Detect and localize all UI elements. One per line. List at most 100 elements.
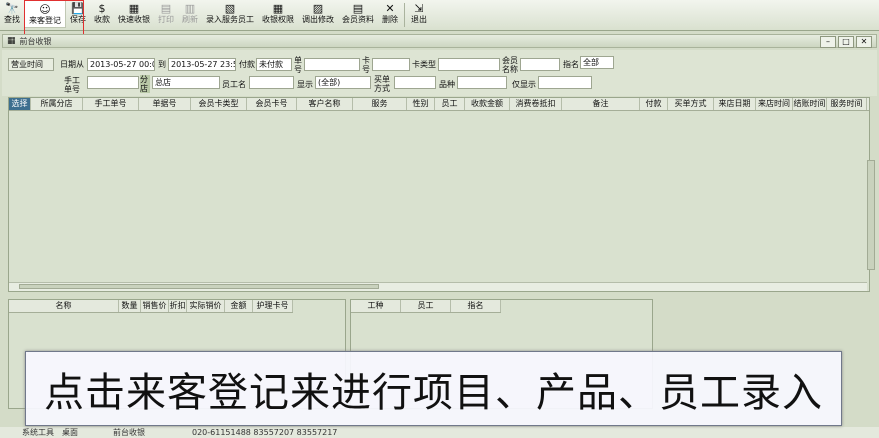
buy-method-label: 买单方式	[374, 75, 390, 93]
maximize-button[interactable]: □	[838, 36, 854, 48]
buy-method-select[interactable]	[394, 76, 436, 89]
column-header[interactable]: 会员卡类型	[191, 98, 247, 110]
toolbar-button-label: 录入服务员工	[206, 15, 254, 24]
column-header[interactable]: 工种	[351, 300, 401, 312]
toolbar-button-label: 查找	[4, 15, 20, 24]
toolbar-perm-button[interactable]: ▦ 收银权限	[258, 0, 298, 28]
product-table-header: 名称 数量 销售价 折扣 实际销价 金额 护理卡号	[9, 300, 293, 313]
toolbar-button-label: 退出	[411, 15, 427, 24]
designate-select[interactable]: 全部	[580, 56, 614, 69]
staff-name-label: 员工名	[222, 80, 246, 89]
column-header[interactable]: 服务	[353, 98, 407, 110]
display-select[interactable]: (全部)	[315, 76, 371, 89]
member-name-input[interactable]	[520, 58, 560, 71]
date-from-label: 日期从	[60, 60, 84, 69]
orders-table-header: 选择 所属分店 手工单号 单据号 会员卡类型 会员卡号 客户名称 服务 性别 员工 收款金额 消费卷抵…	[9, 98, 869, 111]
staff-name-input[interactable]	[249, 76, 294, 89]
toolbar-button-label: 刷新	[182, 15, 198, 24]
manual-no-input[interactable]	[87, 76, 139, 89]
column-header[interactable]: 来店时间	[756, 98, 793, 110]
column-header[interactable]: 员工	[435, 98, 465, 110]
product-label: 品种	[439, 80, 455, 89]
card-no-input[interactable]	[372, 58, 410, 71]
designate-label: 指名	[563, 60, 579, 69]
column-header[interactable]: 实际销价	[187, 300, 225, 312]
orders-table[interactable]: 选择 所属分店 手工单号 单据号 会员卡类型 会员卡号 客户名称 服务 性别 员工 收款金额 消费卷抵…	[8, 97, 870, 292]
toolbar-enter_staff-button[interactable]: ▧ 录入服务员工	[202, 0, 258, 28]
toolbar-refresh-button[interactable]: ▥ 刷新	[178, 0, 202, 28]
member-icon: ▤	[352, 2, 364, 15]
print-icon: ▤	[160, 2, 172, 15]
column-header[interactable]: 付款	[640, 98, 668, 110]
column-header[interactable]: 服务时间	[827, 98, 867, 110]
toolbar-button-label: 收银权限	[262, 15, 294, 24]
card-no-label: 卡号	[362, 56, 370, 74]
window-title: 前台收银	[19, 36, 52, 46]
pay-select[interactable]: 未付款	[256, 58, 292, 71]
column-header[interactable]: 指名	[451, 300, 501, 312]
date-to-input[interactable]: 2013-05-27 23:59	[168, 58, 236, 71]
toolbar-quick-button[interactable]: ▦ 快速收银	[114, 0, 154, 28]
delete-icon: ✕	[385, 2, 395, 15]
toolbar-member-button[interactable]: ▤ 会员资料	[338, 0, 378, 28]
vertical-scrollbar[interactable]	[867, 160, 875, 270]
manual-no-label: 手工单号	[64, 76, 80, 94]
refresh-icon: ▥	[184, 2, 196, 15]
perm-icon: ▦	[272, 2, 284, 15]
window-titlebar: ▦ 前台收银 – □ ✕	[2, 34, 877, 48]
toolbar-button-label: 会员资料	[342, 15, 374, 24]
column-header[interactable]: 销售价	[141, 300, 169, 312]
toolbar-query-button[interactable]: 🔭 查找	[0, 0, 24, 28]
column-header[interactable]: 会员卡号	[247, 98, 297, 110]
staff-table-header: 工种 员工 指名	[351, 300, 501, 313]
toolbar-exit-button[interactable]: ⇲ 退出	[407, 0, 431, 28]
column-header[interactable]: 来店日期	[714, 98, 756, 110]
column-header[interactable]: 备注	[562, 98, 640, 110]
column-header[interactable]: 客户名称	[297, 98, 353, 110]
status-tools[interactable]: 系统工具	[22, 427, 54, 438]
branch-label: 分店	[140, 75, 150, 93]
card-type-select[interactable]	[438, 58, 500, 71]
minimize-button[interactable]: –	[820, 36, 836, 48]
date-to-label: 到	[158, 60, 166, 69]
date-from-input[interactable]: 2013-05-27 00:00	[87, 58, 155, 71]
order-no-input[interactable]	[304, 58, 360, 71]
status-desktop[interactable]: 桌面	[62, 427, 78, 438]
query-icon: 🔭	[5, 2, 19, 15]
column-header[interactable]: 员工	[401, 300, 451, 312]
column-header[interactable]: 结账时间	[793, 98, 827, 110]
card-type-label: 卡类型	[412, 60, 436, 69]
toolbar-button-label: 收款	[94, 15, 110, 24]
product-select[interactable]	[457, 76, 507, 89]
column-header[interactable]: 名称	[9, 300, 119, 312]
adjust-icon: ▨	[312, 2, 324, 15]
horizontal-scrollbar[interactable]	[9, 282, 867, 291]
column-header[interactable]: 数量	[119, 300, 141, 312]
column-header[interactable]: 性别	[407, 98, 435, 110]
toolbar-button-label: 调出修改	[302, 15, 334, 24]
business-time-button[interactable]: 营业时间	[8, 58, 54, 71]
toolbar-checkout-button[interactable]: $ 收款	[90, 0, 114, 28]
column-header[interactable]: 折扣	[169, 300, 187, 312]
status-tab[interactable]: 前台收银	[113, 427, 145, 438]
close-button[interactable]: ✕	[856, 36, 872, 48]
branch-select[interactable]: 总店	[152, 76, 220, 89]
column-header[interactable]: 消费卷抵扣	[510, 98, 562, 110]
column-header[interactable]: 手工单号	[83, 98, 139, 110]
column-header[interactable]: 所属分店	[31, 98, 83, 110]
filter-panel: 营业时间 日期从 2013-05-27 00:00 到 2013-05-27 2…	[2, 50, 877, 96]
only-show-label: 仅显示	[512, 80, 536, 89]
toolbar-adjust-button[interactable]: ▨ 调出修改	[298, 0, 338, 28]
member-name-label: 会员名称	[502, 56, 518, 74]
column-header[interactable]: 单据号	[139, 98, 191, 110]
column-header[interactable]: 选择	[9, 98, 31, 110]
column-header[interactable]: 收款金额	[465, 98, 510, 110]
scrollbar-thumb[interactable]	[19, 284, 379, 289]
column-header[interactable]: 护理卡号	[253, 300, 293, 312]
toolbar-delete-button[interactable]: ✕ 删除	[378, 0, 402, 28]
main-toolbar: 🔭 查找 ☺ 来客登记 💾 保存 $ 收款 ▦ 快速收银 ▤ 打印 ▥ 刷新 ▧ 录入服务员工 ▦ 收银权限 ▨ 调出…	[0, 0, 879, 31]
toolbar-print-button[interactable]: ▤ 打印	[154, 0, 178, 28]
column-header[interactable]: 买单方式	[668, 98, 714, 110]
column-header[interactable]: 金额	[225, 300, 253, 312]
only-show-select[interactable]	[538, 76, 592, 89]
